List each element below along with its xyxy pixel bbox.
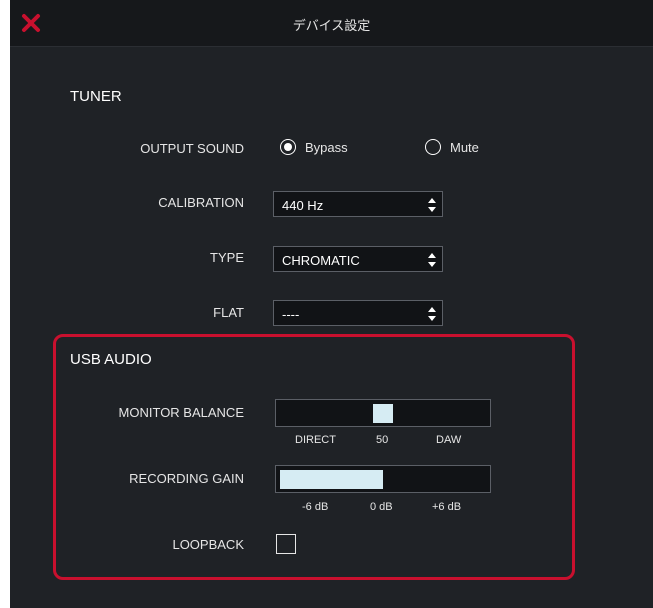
recording-gain-scale-left: -6 dB bbox=[302, 501, 329, 513]
output-sound-label: OUTPUT SOUND bbox=[140, 141, 244, 156]
tuner-section-title: TUNER bbox=[70, 88, 122, 105]
radio-selected-icon bbox=[280, 139, 296, 155]
mute-radio[interactable]: Mute bbox=[425, 139, 479, 155]
type-label: TYPE bbox=[210, 250, 244, 265]
type-value: CHROMATIC bbox=[282, 253, 360, 268]
recording-gain-scale-mid: 0 dB bbox=[370, 501, 393, 513]
monitor-balance-scale-left: DIRECT bbox=[295, 434, 336, 446]
recording-gain-label: RECORDING GAIN bbox=[129, 471, 244, 486]
title-bar: デバイス設定 bbox=[10, 0, 653, 47]
loopback-label: LOOPBACK bbox=[172, 537, 244, 552]
flat-label: FLAT bbox=[213, 305, 244, 320]
window-title: デバイス設定 bbox=[292, 18, 371, 33]
recording-gain-fill bbox=[280, 470, 383, 489]
type-select[interactable]: CHROMATIC bbox=[273, 246, 443, 272]
select-arrows-icon bbox=[428, 198, 436, 212]
monitor-balance-scale-right: DAW bbox=[436, 434, 462, 446]
mute-radio-label: Mute bbox=[450, 139, 479, 155]
monitor-balance-thumb[interactable] bbox=[373, 404, 393, 423]
device-settings-window: デバイス設定 TUNER OUTPUT SOUND Bypass Mute CA… bbox=[10, 0, 653, 608]
usb-audio-section-title: USB AUDIO bbox=[70, 351, 152, 368]
recording-gain-scale-right: +6 dB bbox=[432, 501, 462, 513]
radio-unselected-icon bbox=[425, 139, 441, 155]
calibration-select[interactable]: 440 Hz bbox=[273, 191, 443, 217]
calibration-value: 440 Hz bbox=[282, 198, 324, 213]
loopback-checkbox[interactable] bbox=[276, 534, 296, 554]
select-arrows-icon bbox=[428, 253, 436, 267]
recording-gain-slider[interactable] bbox=[275, 465, 491, 493]
monitor-balance-scale-mid: 50 bbox=[376, 434, 389, 446]
calibration-label: CALIBRATION bbox=[158, 195, 244, 210]
bypass-radio[interactable]: Bypass bbox=[280, 139, 348, 155]
monitor-balance-label: MONITOR BALANCE bbox=[118, 405, 244, 420]
flat-value: ---- bbox=[282, 307, 300, 322]
monitor-balance-slider[interactable] bbox=[275, 399, 491, 427]
flat-select[interactable]: ---- bbox=[273, 300, 443, 326]
bypass-radio-label: Bypass bbox=[305, 139, 348, 155]
select-arrows-icon bbox=[428, 307, 436, 321]
